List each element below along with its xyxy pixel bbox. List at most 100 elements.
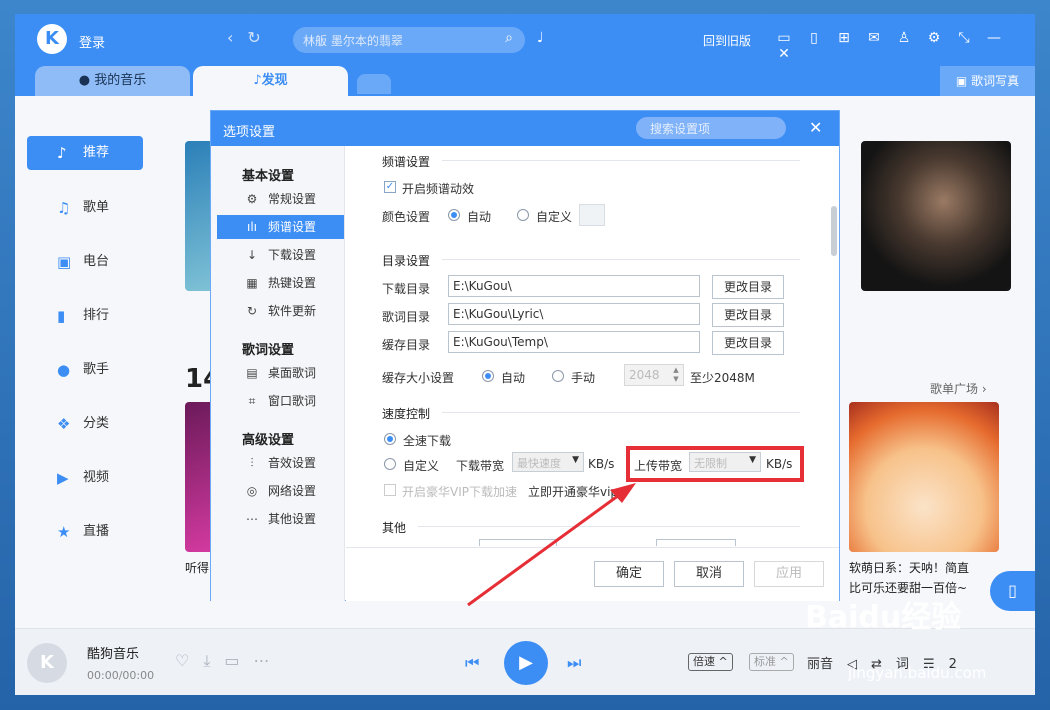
nav-item-0-0[interactable]: ⚙ 常规设置 [217, 187, 344, 211]
spinner-icon[interactable]: ▲ ▼ [670, 366, 682, 384]
track-cover[interactable]: K [27, 643, 67, 683]
download-bandwidth-label: 下载带宽 [456, 459, 505, 473]
rank-icon: ▮ [57, 307, 66, 325]
nav-item-2-2[interactable]: ⋯ 其他设置 [217, 507, 344, 531]
like-icon[interactable]: ♡ [175, 651, 189, 670]
color-auto-radio[interactable] [448, 209, 460, 221]
sidebar-item-3[interactable]: ▮ 排行 [27, 299, 143, 333]
sidebar-item-7[interactable]: ★ 直播 [27, 515, 143, 549]
playlist-caption-left[interactable]: 听得 [185, 558, 209, 578]
mic-icon[interactable]: ♩ [537, 30, 544, 46]
playlist-cover-anime[interactable] [849, 402, 999, 552]
nav-item-label: 其他设置 [268, 512, 317, 526]
tab-discover[interactable]: ♪发现 [193, 66, 348, 96]
kugou-logo[interactable]: K [37, 24, 67, 54]
next-icon[interactable]: ⏭ [567, 653, 581, 673]
highlight-box [626, 446, 804, 482]
minimize-icon[interactable]: — [979, 30, 1009, 46]
more-icon[interactable]: ⋯ [254, 651, 270, 670]
download-dir-field[interactable]: E:\KuGou\ [448, 275, 700, 297]
keyboard-icon: ▦ [246, 276, 258, 290]
search-icon[interactable]: ⌕ [505, 30, 513, 46]
other-field-2[interactable] [656, 539, 736, 546]
custom-speed-radio[interactable] [384, 458, 396, 470]
apply-button[interactable]: 应用 [754, 561, 824, 587]
phone-icon[interactable]: ▯ [799, 30, 829, 46]
change-download-dir-button[interactable]: 更改目录 [712, 275, 784, 299]
nav-item-2-1[interactable]: ◎ 网络设置 [217, 479, 344, 503]
search-input[interactable]: 林舨 墨尔本的翡翠 [303, 34, 403, 48]
settings-icon[interactable]: ⚙ [919, 30, 949, 46]
vip-accel-label: 开启豪华VIP下载加速 [402, 485, 517, 499]
screen-icon[interactable]: ▭ [769, 30, 799, 46]
change-cache-dir-button[interactable]: 更改目录 [712, 331, 784, 355]
color-custom-radio[interactable] [517, 209, 529, 221]
color-swatch[interactable] [579, 204, 605, 226]
mobile-float-button[interactable]: ▯ [990, 571, 1035, 611]
nav-item-0-1[interactable]: ılı 频谱设置 [217, 215, 344, 239]
cache-manual-radio[interactable] [552, 370, 564, 382]
old-version-link[interactable]: 回到旧版 [703, 32, 751, 49]
nav-item-0-3[interactable]: ▦ 热键设置 [217, 271, 344, 295]
search-box[interactable]: 林舨 墨尔本的翡翠 ⌕ [293, 27, 525, 53]
directory-section-title: 目录设置 [382, 254, 431, 268]
nav-item-1-1[interactable]: ⌗ 窗口歌词 [217, 389, 344, 413]
dialog-close-icon[interactable]: ✕ [809, 118, 822, 137]
tab-my-music[interactable]: ● 我的音乐 [35, 66, 190, 96]
tab-extra[interactable] [357, 74, 391, 94]
change-lyric-dir-button[interactable]: 更改目录 [712, 303, 784, 327]
other-field-1[interactable] [479, 539, 557, 546]
banner-right-portrait[interactable] [861, 141, 1011, 291]
mini-mode-icon[interactable]: ⤡ [949, 30, 979, 46]
lyric-photo-button[interactable]: ▣ 歌词写真 [940, 66, 1035, 96]
sound-effect-label[interactable]: 丽音 [807, 657, 833, 672]
download-icon[interactable]: ⤓ [203, 651, 210, 670]
quality-button[interactable]: 标准 ^ [749, 653, 794, 671]
sidebar: ♪ 推荐 ♫ 歌单 ▣ 电台 ▮ 排行 ● 歌手 ❖ 分类 ▶ 视频 ★ 直播 [15, 96, 165, 626]
play-button[interactable]: ▶ [504, 641, 548, 685]
ok-button[interactable]: 确定 [594, 561, 664, 587]
nav-item-1-0[interactable]: ▤ 桌面歌词 [217, 361, 344, 385]
vip-accel-checkbox[interactable] [384, 484, 396, 496]
sidebar-item-4[interactable]: ● 歌手 [27, 353, 143, 387]
back-icon[interactable]: ‹ [227, 28, 233, 47]
speed-button[interactable]: 倍速 ^ [688, 653, 733, 671]
nav-item-0-4[interactable]: ↻ 软件更新 [217, 299, 344, 323]
cancel-button[interactable]: 取消 [674, 561, 744, 587]
download-icon: ↓ [246, 248, 258, 262]
cache-size-field[interactable]: 2048 ▲ ▼ [624, 364, 684, 386]
apps-icon[interactable]: ⊞ [829, 30, 859, 46]
thumb-icon: ♪ [57, 144, 67, 162]
vip-open-link[interactable]: 立即开通豪华vip [528, 483, 618, 500]
nav-item-0-2[interactable]: ↓ 下载设置 [217, 243, 344, 267]
refresh-icon[interactable]: ↻ [247, 28, 260, 47]
cache-auto-radio[interactable] [482, 370, 494, 382]
lyric-dir-field[interactable]: E:\KuGou\Lyric\ [448, 303, 700, 325]
settings-search-input[interactable]: 搜索设置项 [636, 117, 786, 139]
cache-auto-label: 自动 [501, 371, 526, 385]
playlist-plaza-link[interactable]: 歌单广场 › [930, 380, 987, 397]
nav-item-2-0[interactable]: ⫶ 音效设置 [217, 451, 344, 475]
nav-item-label: 频谱设置 [268, 220, 317, 234]
cache-dir-field[interactable]: E:\KuGou\Temp\ [448, 331, 700, 353]
skin-icon[interactable]: ♙ [889, 30, 919, 46]
sidebar-item-6[interactable]: ▶ 视频 [27, 461, 143, 495]
settings-dialog: 选项设置 搜索设置项 ✕ 基本设置 ⚙ 常规设置 ılı 频谱设置 ↓ 下载设置 ▦ 热键设置 ↻… [210, 110, 840, 601]
full-speed-radio[interactable] [384, 433, 396, 445]
player-bar: K 酷狗音乐 00:00/00:00 ♡ ⤓ ▭ ⋯ ⏮ ▶ ⏭ 倍速 ^ 标准 ^ … [15, 628, 1035, 695]
login-link[interactable]: 登录 [79, 32, 105, 51]
playlist-caption-right-1[interactable]: 软萌日系：天呐！简直 [849, 558, 969, 578]
sidebar-item-5[interactable]: ❖ 分类 [27, 407, 143, 441]
sidebar-item-2[interactable]: ▣ 电台 [27, 245, 143, 279]
sidebar-item-0[interactable]: ♪ 推荐 [27, 136, 143, 170]
update-icon: ↻ [246, 304, 258, 318]
prev-icon[interactable]: ⏮ [465, 653, 479, 673]
track-actions: ♡ ⤓ ▭ ⋯ [175, 651, 284, 671]
settings-scrollbar[interactable] [831, 206, 837, 256]
sidebar-item-1[interactable]: ♫ 歌单 [27, 191, 143, 225]
comment-icon[interactable]: ▭ [224, 651, 239, 670]
enable-spectrum-checkbox[interactable]: ✓ [384, 181, 396, 193]
download-bandwidth-select[interactable]: 最快速度 ▼ [512, 452, 584, 472]
close-icon[interactable]: ✕ [769, 46, 799, 62]
mail-icon[interactable]: ✉ [859, 30, 889, 46]
